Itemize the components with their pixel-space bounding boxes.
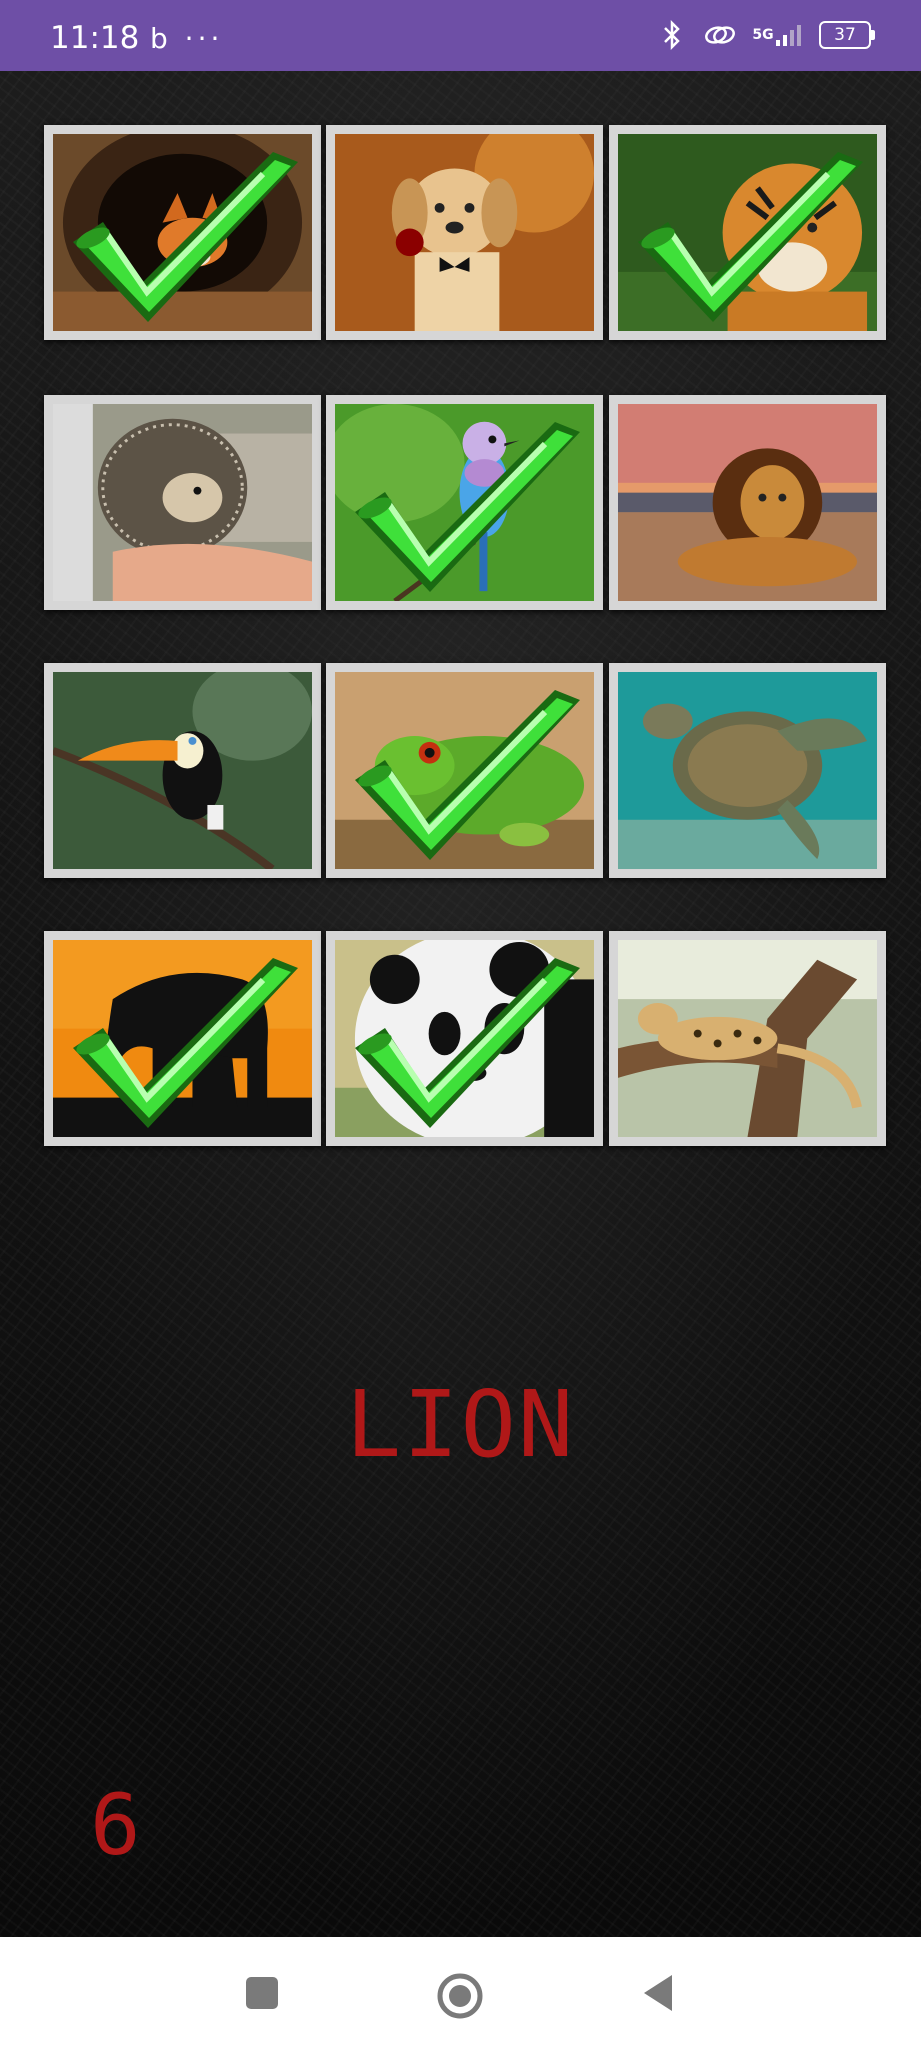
- signal-icon: 5G: [751, 18, 805, 52]
- toucan-image: [53, 672, 312, 869]
- animal-card-tiger[interactable]: [609, 125, 886, 340]
- checkmark-icon: [355, 958, 580, 1128]
- navigation-bar: [0, 1937, 921, 2048]
- turtle-image: [618, 672, 877, 869]
- recent-apps-button[interactable]: [240, 1971, 284, 2015]
- game-board: LION 6: [0, 71, 921, 1937]
- hedgehog-image: [53, 404, 312, 601]
- target-word: LION: [345, 1371, 576, 1478]
- animal-card-turtle[interactable]: [609, 663, 886, 878]
- leopard-image: [618, 940, 877, 1137]
- checkmark-icon: [638, 152, 863, 322]
- back-button[interactable]: [636, 1971, 680, 2015]
- animal-card-leopard[interactable]: [609, 931, 886, 1146]
- network-type: 5G: [752, 27, 774, 43]
- animal-card-toucan[interactable]: [44, 663, 321, 878]
- battery-icon: 37: [819, 21, 875, 49]
- animal-card-hedgehog[interactable]: [44, 395, 321, 610]
- lion-image: [618, 404, 877, 601]
- animal-card-elephant[interactable]: [44, 931, 321, 1146]
- checkmark-icon: [355, 422, 580, 592]
- notification-icons: b ···: [150, 22, 224, 55]
- checkmark-icon: [355, 690, 580, 860]
- triangle-back-icon: [644, 1975, 672, 2011]
- animal-card-lion[interactable]: [609, 395, 886, 610]
- dog-image: [335, 134, 594, 331]
- square-icon: [246, 1977, 278, 2009]
- circle-icon: [437, 1973, 483, 2019]
- animal-card-bird[interactable]: [326, 395, 603, 610]
- status-bar: 11:18 b ··· 5G 37: [0, 0, 921, 71]
- animal-card-panda[interactable]: [326, 931, 603, 1146]
- checkmark-icon: [73, 152, 298, 322]
- bluetooth-icon: [655, 18, 689, 52]
- home-button[interactable]: [435, 1971, 483, 2019]
- checkmark-icon: [73, 958, 298, 1128]
- score: 6: [90, 1776, 141, 1874]
- link-icon: [703, 18, 737, 52]
- status-time: 11:18: [50, 20, 140, 56]
- animal-card-dog[interactable]: [326, 125, 603, 340]
- animal-card-fox[interactable]: [44, 125, 321, 340]
- animal-card-gecko[interactable]: [326, 663, 603, 878]
